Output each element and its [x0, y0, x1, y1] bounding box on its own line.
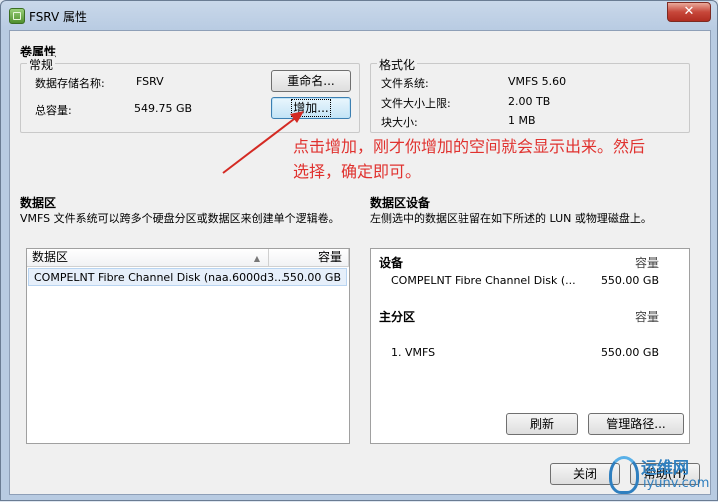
watermark-logo-icon [609, 456, 639, 494]
annotation-arrow-icon [222, 111, 304, 174]
properties-window: FSRV 属性 ✕ 卷属性 常规 数据存储名称: FSRV 总容量: 549.7… [0, 0, 718, 501]
watermark: 运维网 iyunv.com [603, 454, 713, 498]
watermark-text: 运维网 [641, 458, 690, 477]
watermark-url: iyunv.com [643, 476, 710, 491]
